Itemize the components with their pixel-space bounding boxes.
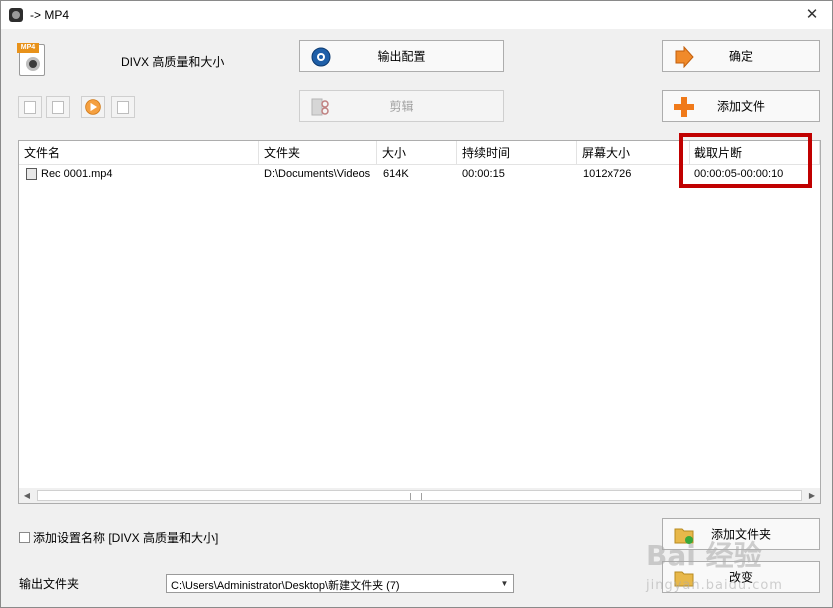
- baidu-watermark: Bai 经验 jingyan.baidu.com: [641, 516, 821, 606]
- watermark-sub: jingyan.baidu.com: [646, 578, 783, 593]
- ok-label: 确定: [728, 49, 753, 64]
- play-icon: [85, 99, 101, 115]
- column-size[interactable]: 大小: [377, 141, 457, 165]
- clear-list-tool[interactable]: [46, 96, 70, 118]
- add-file-button[interactable]: 添加文件: [662, 90, 820, 122]
- close-button[interactable]: ✕: [797, 4, 827, 26]
- add-file-label: 添加文件: [716, 99, 765, 114]
- grip-icon: [410, 493, 422, 500]
- mp4-badge: MP4: [17, 43, 39, 53]
- horizontal-scrollbar[interactable]: ◀ ▶: [19, 488, 820, 503]
- column-duration[interactable]: 持续时间: [457, 141, 577, 165]
- mp4-file-icon: MP4: [17, 43, 45, 76]
- preset-label: DIVX 高质量和大小: [121, 55, 225, 69]
- scrollbar-thumb[interactable]: [37, 490, 802, 501]
- window-title: -> MP4: [30, 8, 70, 22]
- title-bar[interactable]: -> MP4 ✕: [1, 1, 832, 29]
- column-folder[interactable]: 文件夹: [259, 141, 377, 165]
- column-screen-size[interactable]: 屏幕大小: [577, 141, 690, 165]
- document-remove-icon: [24, 101, 36, 114]
- scroll-left-icon[interactable]: ◀: [19, 488, 35, 503]
- play-tool[interactable]: [81, 96, 105, 118]
- column-filename[interactable]: 文件名: [19, 141, 259, 165]
- clip-label: 剪辑: [389, 99, 414, 114]
- clip-button[interactable]: 剪辑: [299, 90, 504, 122]
- output-folder-select[interactable]: C:\Users\Administrator\Desktop\新建文件夹 (7)…: [166, 574, 514, 593]
- film-reel-icon: [26, 57, 40, 71]
- file-list[interactable]: 文件名 文件夹 大小 持续时间 屏幕大小 截取片断 Rec 0001.mp4 D…: [18, 140, 821, 504]
- document-delete-icon: [52, 101, 64, 114]
- output-config-button[interactable]: 输出配置: [299, 40, 504, 72]
- clip-column-highlight: [679, 133, 812, 188]
- ok-button[interactable]: 确定: [662, 40, 820, 72]
- dialog-content: MP4 DIVX 高质量和大小 输出配置 剪辑 确定 添加文件 文件名 文件夹 …: [1, 29, 832, 607]
- info-card-icon: [117, 101, 129, 114]
- remove-item-tool[interactable]: [18, 96, 42, 118]
- convert-dialog: -> MP4 ✕ MP4 DIVX 高质量和大小 输出配置 剪辑 确定 添加文件…: [0, 0, 833, 608]
- output-folder-label: 输出文件夹: [19, 577, 80, 591]
- media-info-tool[interactable]: [111, 96, 135, 118]
- output-folder-value: C:\Users\Administrator\Desktop\新建文件夹 (7): [171, 580, 400, 592]
- watermark-main: Bai 经验: [646, 539, 762, 572]
- cell-filename: Rec 0001.mp4: [41, 168, 113, 180]
- cell-folder: D:\Documents\Videos: [264, 168, 371, 180]
- scroll-right-icon[interactable]: ▶: [804, 488, 820, 503]
- add-setting-name-option[interactable]: 添加设置名称 [DIVX 高质量和大小]: [19, 529, 218, 546]
- format-factory-icon: [9, 8, 23, 22]
- add-setting-name-label: 添加设置名称 [DIVX 高质量和大小]: [33, 531, 219, 545]
- cell-size: 614K: [383, 168, 409, 180]
- add-setting-name-checkbox[interactable]: [19, 532, 30, 543]
- chevron-down-icon[interactable]: ▼: [496, 575, 513, 592]
- cell-screen-size: 1012x726: [583, 168, 632, 180]
- cell-duration: 00:00:15: [462, 168, 505, 180]
- output-config-label: 输出配置: [377, 49, 426, 64]
